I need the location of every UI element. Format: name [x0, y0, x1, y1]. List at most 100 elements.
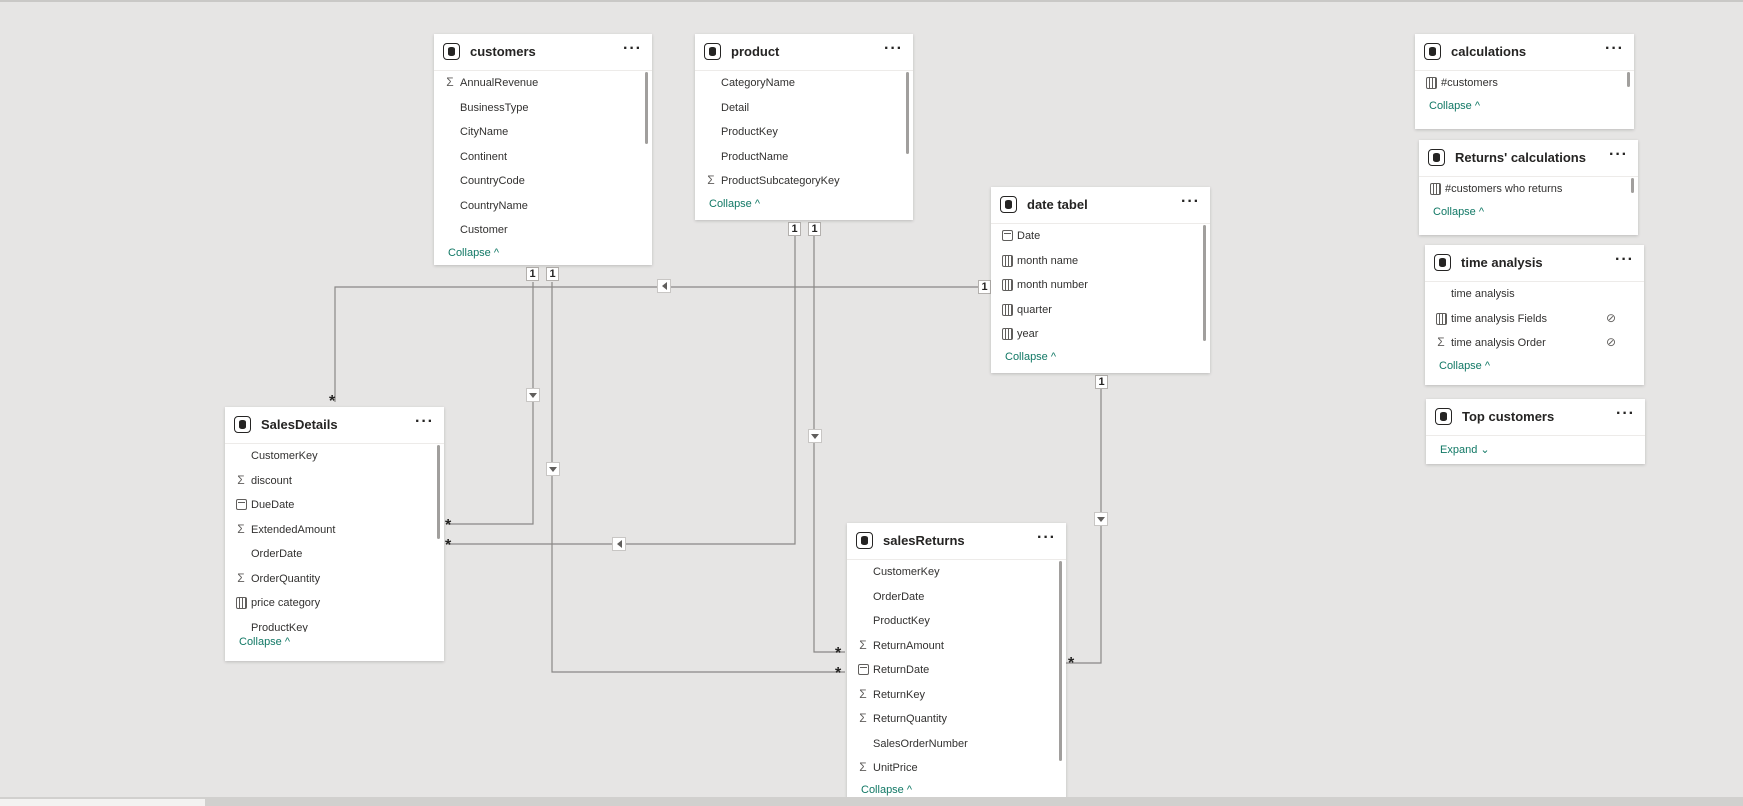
field-row[interactable]: ProductKey — [847, 609, 1066, 634]
scrollbar[interactable] — [906, 72, 909, 154]
table-card-top-customers[interactable]: Top customers ··· Expand ⌄ — [1426, 399, 1645, 464]
field-row[interactable]: ProductKey — [225, 616, 444, 633]
collapse-toggle[interactable]: Collapse ^ — [1415, 96, 1634, 116]
table-card-date-tabel[interactable]: date tabel ··· Date month name month numbe… — [991, 187, 1210, 373]
field-row[interactable]: CustomerKey — [847, 560, 1066, 585]
field-row[interactable]: SalesOrderNumber — [847, 732, 1066, 757]
scrollbar[interactable] — [1627, 72, 1630, 87]
table-header[interactable]: Returns' calculations ··· — [1419, 140, 1638, 177]
collapse-toggle[interactable]: Collapse ^ — [695, 194, 913, 214]
collapse-toggle[interactable]: Collapse ^ — [434, 243, 652, 263]
more-options-icon[interactable]: ··· — [415, 413, 434, 431]
field-name: ReturnDate — [873, 664, 930, 676]
more-options-icon[interactable]: ··· — [1615, 251, 1634, 269]
field-row[interactable]: CityName — [434, 120, 652, 145]
field-row[interactable]: quarter — [991, 298, 1210, 323]
field-row[interactable]: CountryName — [434, 194, 652, 219]
toggle-label: Collapse — [1433, 205, 1476, 218]
more-options-icon[interactable]: ··· — [1609, 146, 1628, 164]
sigma-icon: Σ — [859, 637, 867, 652]
field-row[interactable]: Continent — [434, 145, 652, 170]
top-border — [0, 0, 1743, 2]
collapse-toggle[interactable]: Collapse ^ — [225, 632, 444, 652]
field-row[interactable]: Σ ReturnQuantity — [847, 707, 1066, 732]
table-header[interactable]: SalesDetails ··· — [225, 407, 444, 444]
field-row[interactable]: Σtime analysis Order ⊘ — [1425, 331, 1644, 356]
scrollbar[interactable] — [645, 72, 648, 144]
scrollbar[interactable] — [1203, 225, 1206, 341]
field-row[interactable]: OrderDate — [225, 542, 444, 567]
table-title: Returns' calculations — [1455, 150, 1586, 165]
filter-direction-icon[interactable] — [612, 537, 626, 551]
table-card-customers[interactable]: customers ··· Σ AnnualRevenue BusinessType… — [434, 34, 652, 265]
table-header[interactable]: date tabel ··· — [991, 187, 1210, 224]
field-row[interactable]: #customers — [1415, 71, 1634, 96]
table-header[interactable]: time analysis ··· — [1425, 245, 1644, 282]
collapse-toggle[interactable]: Collapse ^ — [991, 347, 1210, 367]
more-options-icon[interactable]: ··· — [1181, 193, 1200, 211]
table-card-calculations[interactable]: calculations ··· #customers Collapse ^ — [1415, 34, 1634, 129]
field-row[interactable]: Σ ExtendedAmount — [225, 518, 444, 543]
field-name: CountryCode — [460, 175, 525, 187]
table-header[interactable]: calculations ··· — [1415, 34, 1634, 71]
field-row[interactable]: ProductName — [695, 145, 913, 170]
table-card-product[interactable]: product ··· CategoryName Detail ProductKey… — [695, 34, 913, 220]
table-card-salesreturns[interactable]: salesReturns ··· CustomerKey OrderDate Pro… — [847, 523, 1066, 806]
scrollbar[interactable] — [1631, 178, 1634, 193]
table-header[interactable]: product ··· — [695, 34, 913, 71]
more-options-icon[interactable]: ··· — [1605, 40, 1624, 58]
filter-direction-icon[interactable] — [526, 388, 540, 402]
filter-direction-icon[interactable] — [1094, 512, 1108, 526]
field-name: CustomerKey — [873, 566, 940, 578]
field-row[interactable]: Σ AnnualRevenue — [434, 71, 652, 96]
field-row[interactable]: time analysis Fields ⊘ — [1425, 307, 1644, 332]
horizontal-scrollbar[interactable] — [0, 797, 1743, 806]
field-row[interactable]: Σ OrderQuantity — [225, 567, 444, 592]
more-options-icon[interactable]: ··· — [1616, 405, 1635, 423]
table-header[interactable]: Top customers ··· — [1426, 399, 1645, 436]
filter-direction-icon[interactable] — [808, 429, 822, 443]
collapse-toggle[interactable]: Collapse ^ — [1425, 356, 1644, 376]
field-row[interactable]: Detail — [695, 96, 913, 121]
sigma-icon: Σ — [237, 521, 245, 536]
field-row[interactable]: Σ UnitPrice — [847, 756, 1066, 780]
field-row[interactable]: CountryCode — [434, 169, 652, 194]
field-row[interactable]: Date — [991, 224, 1210, 249]
table-card-returns-calculations[interactable]: Returns' calculations ··· #customers who… — [1419, 140, 1638, 235]
more-options-icon[interactable]: ··· — [884, 40, 903, 58]
field-row[interactable]: #customers who returns — [1419, 177, 1638, 202]
field-row[interactable]: month number — [991, 273, 1210, 298]
field-row[interactable]: year — [991, 322, 1210, 347]
field-row[interactable]: Customer — [434, 218, 652, 243]
expand-toggle[interactable]: Expand ⌄ — [1426, 436, 1645, 460]
field-row[interactable]: Σdiscount — [225, 469, 444, 494]
field-row[interactable]: Σ ReturnAmount — [847, 634, 1066, 659]
scrollbar-thumb[interactable] — [0, 799, 205, 806]
field-row[interactable]: ReturnDate — [847, 658, 1066, 683]
table-header[interactable]: customers ··· — [434, 34, 652, 71]
hidden-eye-icon[interactable]: ⊘ — [1606, 335, 1616, 349]
filter-direction-icon[interactable] — [657, 279, 671, 293]
table-card-salesdetails[interactable]: SalesDetails ··· CustomerKey Σdiscount Due… — [225, 407, 444, 661]
field-row[interactable]: price category — [225, 591, 444, 616]
filter-direction-icon[interactable] — [546, 462, 560, 476]
field-row[interactable]: CustomerKey — [225, 444, 444, 469]
field-row[interactable]: DueDate — [225, 493, 444, 518]
scrollbar[interactable] — [1059, 561, 1062, 761]
field-row[interactable]: month name — [991, 249, 1210, 274]
more-options-icon[interactable]: ··· — [623, 40, 642, 58]
field-row[interactable]: OrderDate — [847, 585, 1066, 610]
table-header[interactable]: salesReturns ··· — [847, 523, 1066, 560]
hidden-eye-icon[interactable]: ⊘ — [1606, 311, 1616, 325]
field-row[interactable]: CategoryName — [695, 71, 913, 96]
more-options-icon[interactable]: ··· — [1037, 529, 1056, 547]
collapse-toggle[interactable]: Collapse ^ — [1419, 202, 1638, 222]
scrollbar[interactable] — [437, 445, 440, 539]
field-row[interactable]: Σ ReturnKey — [847, 683, 1066, 708]
measure-icon — [1430, 183, 1441, 195]
field-row[interactable]: ProductKey — [695, 120, 913, 145]
table-card-time-analysis[interactable]: time analysis ··· time analysis time anal… — [1425, 245, 1644, 385]
field-row[interactable]: BusinessType — [434, 96, 652, 121]
field-row[interactable]: time analysis — [1425, 282, 1644, 307]
field-row[interactable]: Σ ProductSubcategoryKey — [695, 169, 913, 194]
